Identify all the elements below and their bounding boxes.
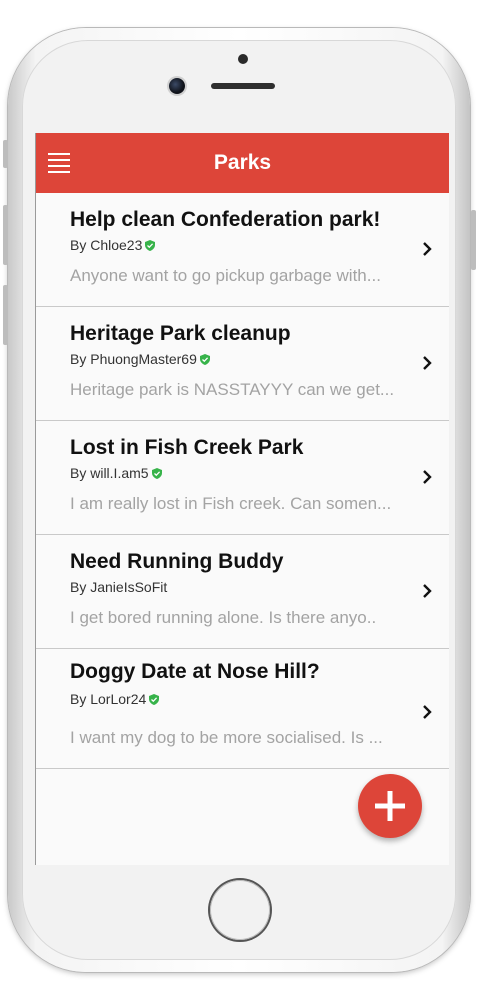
plus-icon xyxy=(375,791,405,821)
post-preview: I am really lost in Fish creek. Can some… xyxy=(70,494,392,513)
post-preview: I get bored running alone. Is there anyo… xyxy=(70,608,377,627)
post-preview: Heritage park is NASSTAYYY can we get... xyxy=(70,380,395,399)
page-title: Parks xyxy=(213,151,272,174)
list-item[interactable]: Doggy Date at Nose Hill? By LorLor24 I w… xyxy=(36,649,449,769)
power-button xyxy=(471,210,476,270)
list-item[interactable]: Help clean Confederation park! By Chloe2… xyxy=(36,193,449,307)
post-title: Lost in Fish Creek Park xyxy=(70,436,304,459)
post-list: Help clean Confederation park! By Chloe2… xyxy=(36,193,449,769)
shield-check-icon xyxy=(149,693,160,705)
shield-check-icon xyxy=(151,467,162,479)
post-preview: Anyone want to go pickup garbage with... xyxy=(70,266,381,285)
proximity-sensor xyxy=(238,54,248,64)
add-post-button[interactable] xyxy=(358,774,422,838)
post-title: Help clean Confederation park! xyxy=(70,208,381,231)
home-button[interactable] xyxy=(210,880,270,940)
chevron-right-icon xyxy=(423,470,432,484)
post-author: By PhuongMaster69 xyxy=(70,351,210,367)
post-author: By Chloe23 xyxy=(70,237,156,253)
author-name: By Chloe23 xyxy=(70,237,143,253)
volume-down-button xyxy=(3,285,8,345)
post-preview: I want my dog to be more socialised. Is … xyxy=(70,728,383,747)
earpiece-speaker xyxy=(211,83,275,89)
author-name: By JanieIsSoFit xyxy=(70,579,168,595)
app-bar: Parks xyxy=(36,133,449,193)
list-item[interactable]: Heritage Park cleanup By PhuongMaster69 … xyxy=(36,307,449,421)
mute-switch xyxy=(3,140,8,168)
shield-check-icon xyxy=(199,353,210,365)
post-author: By will.I.am5 xyxy=(70,465,162,481)
author-name: By LorLor24 xyxy=(70,691,147,707)
chevron-right-icon xyxy=(423,584,432,598)
app-screen: Parks Help clean Confederation park! By … xyxy=(35,133,449,865)
list-item[interactable]: Lost in Fish Creek Park By will.I.am5 I … xyxy=(36,421,449,535)
author-name: By PhuongMaster69 xyxy=(70,351,197,367)
author-name: By will.I.am5 xyxy=(70,465,149,481)
shield-check-icon xyxy=(145,239,156,251)
chevron-right-icon xyxy=(423,705,432,719)
volume-up-button xyxy=(3,205,8,265)
post-author: By LorLor24 xyxy=(70,691,160,707)
chevron-right-icon xyxy=(423,242,432,256)
front-camera xyxy=(169,78,185,94)
post-title: Need Running Buddy xyxy=(70,550,284,573)
post-title: Doggy Date at Nose Hill? xyxy=(70,660,320,683)
post-title: Heritage Park cleanup xyxy=(70,322,291,345)
list-item[interactable]: Need Running Buddy By JanieIsSoFit I get… xyxy=(36,535,449,649)
post-author: By JanieIsSoFit xyxy=(70,579,167,595)
chevron-right-icon xyxy=(423,356,432,370)
